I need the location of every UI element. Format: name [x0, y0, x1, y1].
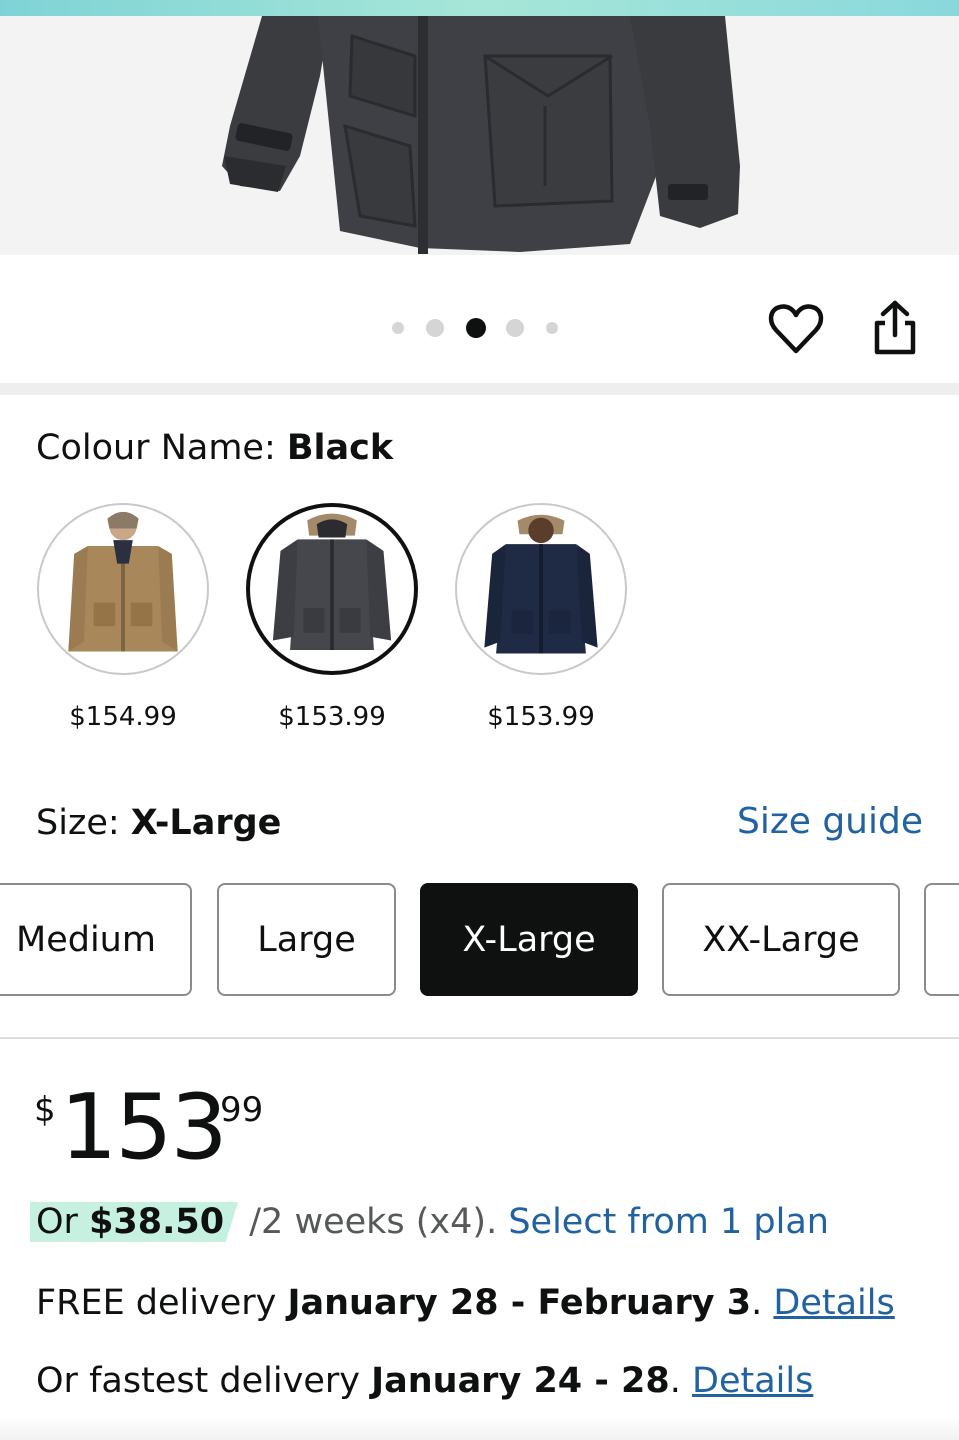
colour-swatch-tan[interactable] — [37, 503, 209, 675]
size-option-next[interactable] — [924, 883, 959, 996]
top-accent-bar — [0, 0, 959, 16]
selected-size-value: X-Large — [130, 803, 282, 843]
size-option-label: XX-Large — [702, 919, 860, 960]
section-separator — [0, 383, 959, 395]
pagination-dot-5[interactable] — [546, 322, 558, 334]
size-guide-link[interactable]: Size guide — [737, 801, 923, 842]
installment-prefix: Or — [36, 1202, 90, 1242]
installment-plan: Or $38.50 /2 weeks (x4). Select from 1 p… — [30, 1202, 829, 1242]
size-option-large[interactable]: Large — [217, 883, 396, 996]
price-whole: 153 — [60, 1075, 228, 1180]
fast-delivery-dates: January 24 - 28 — [371, 1361, 670, 1401]
colour-swatch-navy[interactable] — [455, 503, 627, 675]
product-image[interactable] — [0, 16, 959, 255]
free-delivery-dates: January 28 - February 3 — [287, 1283, 752, 1323]
swatch-price-navy: $153.99 — [487, 702, 595, 732]
pagination-dot-4[interactable] — [506, 319, 524, 337]
pagination-dot-2[interactable] — [426, 319, 444, 337]
swatch-price-black: $153.99 — [278, 702, 386, 732]
select-plan-link[interactable]: Select from 1 plan — [508, 1202, 829, 1242]
selected-colour-value: Black — [286, 428, 394, 468]
free-delivery-details-link[interactable]: Details — [773, 1283, 894, 1323]
size-option-label: Medium — [16, 919, 156, 960]
installment-highlight: Or $38.50 — [30, 1202, 239, 1242]
pagination-dot-1[interactable] — [392, 322, 404, 334]
bottom-fade — [0, 1416, 959, 1440]
installment-terms: /2 weeks (x4). — [238, 1202, 509, 1242]
gallery-controls — [0, 255, 959, 383]
swatch-price-tan: $154.99 — [69, 702, 177, 732]
size-option-xx-large[interactable]: XX-Large — [662, 883, 900, 996]
share-icon[interactable] — [868, 299, 922, 357]
size-label: Size: X-Large — [36, 803, 281, 843]
size-option-label: X-Large — [462, 919, 596, 960]
free-delivery-prefix: FREE delivery — [36, 1283, 288, 1323]
pagination-dot-active[interactable] — [466, 318, 486, 338]
colour-name-label: Colour Name: Black — [36, 428, 393, 468]
navy-jacket-thumbnail — [484, 514, 598, 654]
size-option-medium[interactable]: Medium — [0, 883, 192, 996]
colour-swatch-black[interactable] — [246, 503, 418, 675]
size-label-text: Size: — [36, 803, 131, 843]
installment-amount: $38.50 — [89, 1202, 225, 1242]
black-jacket-thumbnail — [272, 513, 392, 651]
fast-delivery-prefix: Or fastest delivery — [36, 1361, 372, 1401]
size-option-x-large[interactable]: X-Large — [420, 883, 638, 996]
jacket-photo — [222, 16, 740, 254]
tan-jacket-thumbnail — [68, 511, 178, 652]
free-delivery-suffix: . — [751, 1283, 774, 1323]
image-pagination[interactable] — [392, 317, 558, 339]
free-delivery-info: FREE delivery January 28 - February 3. D… — [36, 1283, 895, 1323]
size-option-label: Large — [257, 919, 356, 960]
section-divider — [0, 1037, 959, 1039]
price-fraction: 99 — [220, 1090, 264, 1130]
heart-icon[interactable] — [768, 303, 824, 355]
fastest-delivery-info: Or fastest delivery January 24 - 28. Det… — [36, 1361, 813, 1401]
colour-label-text: Colour Name: — [36, 428, 287, 468]
price-currency-symbol: $ — [34, 1090, 56, 1130]
fast-delivery-suffix: . — [669, 1361, 693, 1401]
fast-delivery-details-link[interactable]: Details — [692, 1361, 813, 1401]
